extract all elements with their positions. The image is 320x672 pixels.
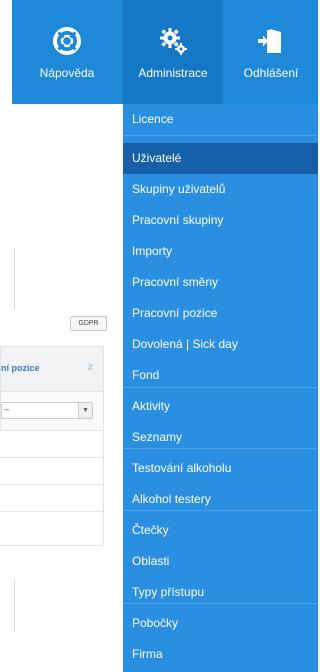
administration-label: Administrace bbox=[138, 66, 208, 80]
menu-item-company[interactable]: Firma bbox=[123, 639, 318, 670]
help-button[interactable]: Nápověda bbox=[12, 0, 122, 104]
table-row[interactable] bbox=[0, 431, 104, 458]
administration-button[interactable]: Administrace bbox=[123, 0, 223, 104]
table-row[interactable] bbox=[0, 485, 104, 512]
menu-item-card-readers[interactable]: Čtečky bbox=[123, 515, 318, 546]
position-filter-select[interactable]: -- ▼ bbox=[1, 402, 93, 419]
menu-item-work-positions[interactable]: Pracovní pozice bbox=[123, 298, 318, 329]
logout-label: Odhlášení bbox=[243, 66, 299, 80]
logout-button[interactable]: Odhlášení bbox=[224, 0, 318, 104]
panel-border bbox=[14, 580, 15, 632]
menu-item-licence[interactable]: Licence bbox=[123, 104, 318, 135]
gdpr-button[interactable]: GDPR bbox=[70, 316, 107, 331]
menu-item-alcohol-testers[interactable]: Alkohol testery bbox=[123, 484, 318, 515]
menu-item-access-types[interactable]: Typy přístupu bbox=[123, 577, 318, 608]
table-filter-row: -- ▼ bbox=[0, 392, 104, 431]
sort-icon[interactable]: ⇵ bbox=[87, 363, 94, 372]
menu-item-user-groups[interactable]: Skupiny uživatelů bbox=[123, 174, 318, 205]
top-navigation: Nápověda Administrace Odhlášení bbox=[12, 0, 318, 104]
chevron-down-icon: ▼ bbox=[78, 403, 92, 418]
menu-item-fund[interactable]: Fond bbox=[123, 360, 318, 391]
panel-border bbox=[14, 248, 15, 310]
help-label: Nápověda bbox=[39, 66, 95, 80]
menu-item-lists[interactable]: Seznamy bbox=[123, 422, 318, 453]
menu-item-alcohol-testing[interactable]: Testování alkoholu bbox=[123, 453, 318, 484]
menu-separator bbox=[123, 135, 318, 136]
menu-item-vacation-sick-day[interactable]: Dovolená | Sick day bbox=[123, 329, 318, 360]
exit-door-icon bbox=[258, 29, 281, 53]
menu-item-activities[interactable]: Aktivity bbox=[123, 391, 318, 422]
table-row[interactable] bbox=[0, 512, 104, 546]
menu-item-imports[interactable]: Importy bbox=[123, 236, 318, 267]
table-row[interactable] bbox=[0, 458, 104, 485]
column-header-work-position[interactable]: ní pozice bbox=[1, 363, 40, 373]
position-filter-value: -- bbox=[4, 405, 10, 414]
app-root: GDPR ní pozice ⇵ -- ▼ Nápověda Administr… bbox=[0, 0, 318, 672]
menu-item-work-shifts[interactable]: Pracovní směny bbox=[123, 267, 318, 298]
menu-item-branches[interactable]: Pobočky bbox=[123, 608, 318, 639]
menu-item-areas[interactable]: Oblasti bbox=[123, 546, 318, 577]
menu-item-work-groups[interactable]: Pracovní skupiny bbox=[123, 205, 318, 236]
gears-icon bbox=[160, 28, 187, 55]
menu-item-users[interactable]: Uživatelé bbox=[123, 143, 318, 174]
table-header: ní pozice ⇵ bbox=[0, 346, 104, 392]
administration-dropdown: Licence Uživatelé Skupiny uživatelů Pracovn… bbox=[123, 104, 318, 672]
lifebuoy-icon bbox=[53, 27, 81, 55]
